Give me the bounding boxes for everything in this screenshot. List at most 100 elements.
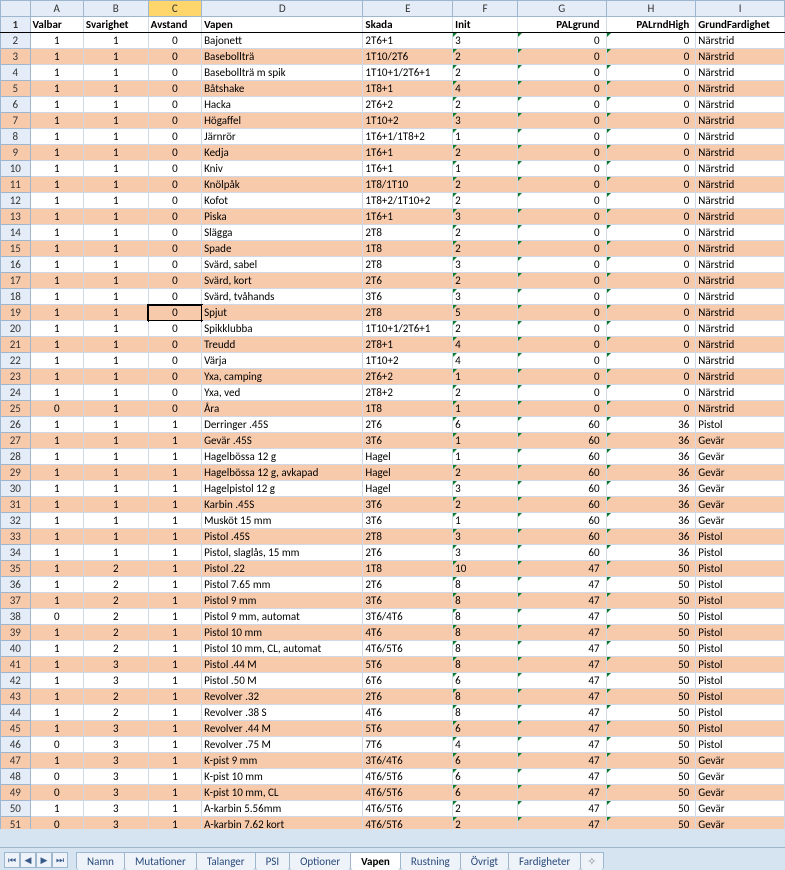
cell[interactable]: Kedja xyxy=(202,145,363,161)
cell[interactable]: Yxa, camping xyxy=(202,369,363,385)
cell[interactable]: 1 xyxy=(30,225,83,241)
cell[interactable]: 3 xyxy=(453,289,518,305)
cell[interactable]: 1 xyxy=(83,401,148,417)
cell[interactable]: 1 xyxy=(453,161,518,177)
row-header[interactable]: 20 xyxy=(1,321,31,337)
cell[interactable]: 1 xyxy=(83,465,148,481)
cell[interactable]: 1 xyxy=(148,673,201,689)
col-header-A[interactable]: A xyxy=(30,1,83,17)
cell[interactable]: Pistol 10 mm xyxy=(202,625,363,641)
cell[interactable]: 0 xyxy=(606,401,696,417)
cell[interactable]: 2 xyxy=(83,593,148,609)
cell[interactable]: 3 xyxy=(83,673,148,689)
cell[interactable]: 0 xyxy=(517,273,606,289)
cell[interactable]: 2T8 xyxy=(363,305,453,321)
cell[interactable]: Närstrid xyxy=(696,273,785,289)
cell[interactable]: 1 xyxy=(30,657,83,673)
cell[interactable]: 2T6 xyxy=(363,689,453,705)
cell[interactable]: 0 xyxy=(606,129,696,145)
cell[interactable]: Gevär xyxy=(696,769,785,785)
col-header-E[interactable]: E xyxy=(363,1,453,17)
cell[interactable]: 0 xyxy=(148,385,201,401)
cell[interactable]: A-karbin 5.56mm xyxy=(202,801,363,817)
cell[interactable]: 47 xyxy=(517,801,606,817)
cell[interactable]: 0 xyxy=(517,305,606,321)
cell[interactable]: 2 xyxy=(453,97,518,113)
cell[interactable]: Pistol xyxy=(696,609,785,625)
cell[interactable]: 1 xyxy=(30,417,83,433)
cell[interactable]: 50 xyxy=(606,769,696,785)
cell[interactable]: 1 xyxy=(30,625,83,641)
cell[interactable]: 0 xyxy=(30,785,83,801)
cell[interactable]: 0 xyxy=(148,129,201,145)
cell[interactable]: 50 xyxy=(606,561,696,577)
cell[interactable]: Pistol 7.65 mm xyxy=(202,577,363,593)
cell[interactable]: Gevär xyxy=(696,753,785,769)
cell[interactable]: Pistol 9 mm, automat xyxy=(202,609,363,625)
cell[interactable]: 0 xyxy=(606,113,696,129)
cell[interactable]: Yxa, ved xyxy=(202,385,363,401)
cell[interactable]: 0 xyxy=(148,353,201,369)
cell[interactable]: 5T6 xyxy=(363,657,453,673)
cell[interactable]: 50 xyxy=(606,625,696,641)
cell[interactable]: 0 xyxy=(30,817,83,830)
row-header[interactable]: 5 xyxy=(1,81,31,97)
cell[interactable]: 47 xyxy=(517,769,606,785)
cell[interactable]: Bajonett xyxy=(202,33,363,49)
sheet-tab-talanger[interactable]: Talanger xyxy=(196,852,256,870)
cell[interactable]: 4 xyxy=(453,737,518,753)
cell[interactable]: K-pist 10 mm xyxy=(202,769,363,785)
cell[interactable]: 1 xyxy=(83,289,148,305)
header-cell[interactable]: GrundFardighet xyxy=(696,17,785,33)
cell[interactable]: Pistol, slaglås, 15 mm xyxy=(202,545,363,561)
cell[interactable]: 1 xyxy=(148,465,201,481)
cell[interactable]: 1 xyxy=(83,433,148,449)
nav-first-icon[interactable]: ⏮ xyxy=(4,852,20,868)
cell[interactable]: 1 xyxy=(30,561,83,577)
nav-prev-icon[interactable]: ◀ xyxy=(20,852,36,868)
cell[interactable]: 6 xyxy=(453,769,518,785)
cell[interactable]: Närstrid xyxy=(696,177,785,193)
cell[interactable]: Pistol xyxy=(696,641,785,657)
cell[interactable]: Närstrid xyxy=(696,97,785,113)
cell[interactable]: 36 xyxy=(606,449,696,465)
row-header[interactable]: 39 xyxy=(1,625,31,641)
cell[interactable]: 36 xyxy=(606,433,696,449)
cell[interactable]: 1 xyxy=(148,625,201,641)
row-header[interactable]: 23 xyxy=(1,369,31,385)
cell[interactable]: 1 xyxy=(30,33,83,49)
cell[interactable]: 0 xyxy=(606,193,696,209)
cell[interactable]: 4 xyxy=(453,353,518,369)
cell[interactable]: 0 xyxy=(517,113,606,129)
cell[interactable]: 2T6+2 xyxy=(363,369,453,385)
cell[interactable]: 47 xyxy=(517,753,606,769)
cell[interactable]: 2 xyxy=(453,177,518,193)
cell[interactable]: 60 xyxy=(517,481,606,497)
cell[interactable]: Närstrid xyxy=(696,113,785,129)
cell[interactable]: 1 xyxy=(83,241,148,257)
cell[interactable]: 1 xyxy=(30,577,83,593)
cell[interactable]: 1 xyxy=(83,513,148,529)
cell[interactable]: 1 xyxy=(83,49,148,65)
cell[interactable]: 1T6+1/1T8+2 xyxy=(363,129,453,145)
cell[interactable]: 1 xyxy=(148,753,201,769)
row-header[interactable]: 47 xyxy=(1,753,31,769)
cell[interactable]: 1T10+2 xyxy=(363,353,453,369)
cell[interactable]: 0 xyxy=(148,289,201,305)
cell[interactable]: 0 xyxy=(148,177,201,193)
cell[interactable]: Närstrid xyxy=(696,225,785,241)
cell[interactable]: 1 xyxy=(453,129,518,145)
cell[interactable]: Basebollträ xyxy=(202,49,363,65)
cell[interactable]: 0 xyxy=(30,737,83,753)
cell[interactable]: 1 xyxy=(30,369,83,385)
cell[interactable]: Musköt 15 mm xyxy=(202,513,363,529)
cell[interactable]: 1 xyxy=(30,129,83,145)
cell[interactable]: Högaffel xyxy=(202,113,363,129)
cell[interactable]: 0 xyxy=(148,401,201,417)
cell[interactable]: 1 xyxy=(83,369,148,385)
cell[interactable]: 1 xyxy=(30,113,83,129)
cell[interactable]: 1 xyxy=(30,529,83,545)
cell[interactable]: 3 xyxy=(453,209,518,225)
cell[interactable]: 0 xyxy=(30,769,83,785)
cell[interactable]: 3 xyxy=(83,753,148,769)
